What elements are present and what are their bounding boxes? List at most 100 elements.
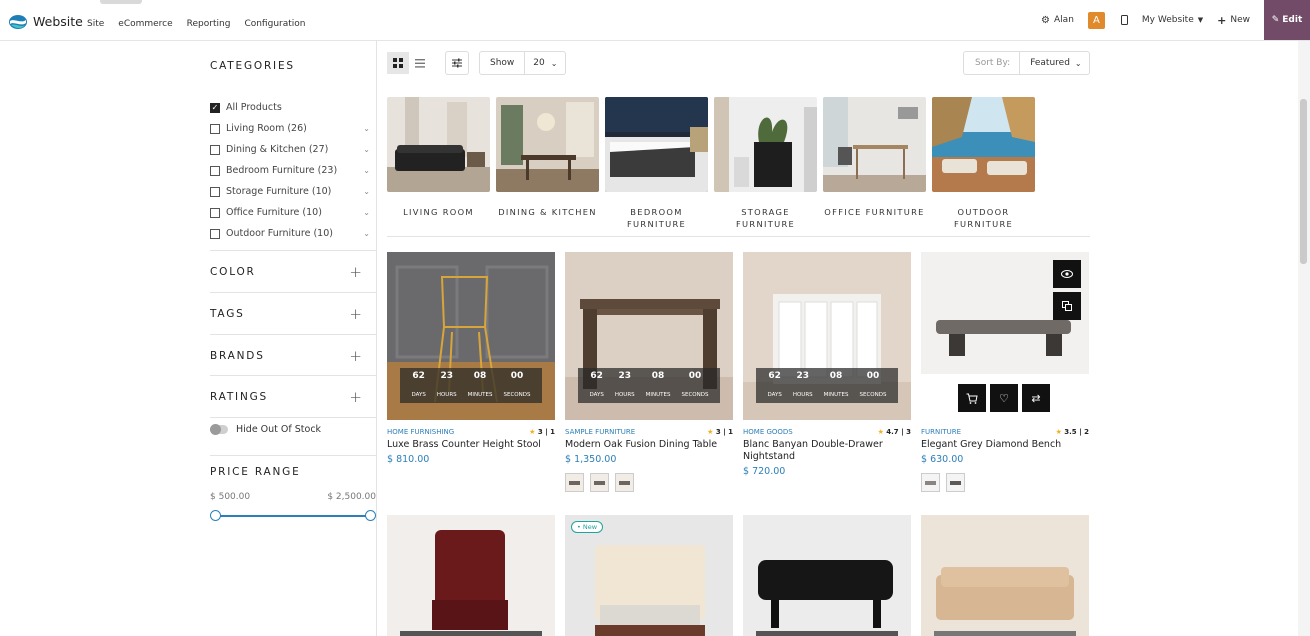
plus-icon[interactable]: + [349,305,362,323]
price-slider[interactable] [210,510,376,522]
chevron-down-icon[interactable]: ⌄ [363,124,370,133]
product-image[interactable] [743,515,911,636]
checkbox[interactable] [210,144,220,155]
product-card[interactable]: 62 DAYS 23 HOURS 08 MINUTES 00 SECONDS HOME … [387,252,555,465]
checkbox[interactable] [210,207,220,218]
menu-ecommerce[interactable]: eCommerce [118,19,172,29]
product-card[interactable]: 62 DAYS 23 HOURS 08 MINUTES 00 SECONDS HOME … [743,252,911,477]
list-view-button[interactable] [409,52,431,74]
category-outdoor[interactable]: Outdoor Furniture (10) ⌄ [210,223,370,244]
category-all-products[interactable]: ✓ All Products [210,97,370,118]
plus-icon[interactable]: + [349,388,362,406]
product-name[interactable]: Elegant Grey Diamond Bench [921,439,1089,451]
category-tile-dining[interactable]: DINING & KITCHEN [496,97,599,218]
facet-tags[interactable]: TAGS + [210,292,376,334]
product-name[interactable]: Luxe Brass Counter Height Stool [387,439,555,451]
mobile-preview-button[interactable] [1120,15,1128,25]
product-card[interactable]: ♡ ⇄ FURNITURE ★ 3.5 | 2 Elegant Grey Dia… [921,252,1089,492]
plus-icon[interactable]: + [349,263,362,281]
product-category[interactable]: FURNITURE [921,428,961,436]
checkbox[interactable] [210,123,220,134]
product-card[interactable] [743,515,911,636]
chevron-down-icon[interactable]: ⌄ [363,208,370,217]
star-icon: ★ [1055,428,1062,436]
compare-button[interactable]: ⇄ [1022,384,1050,412]
product-rating: ★ 4.7 | 3 [877,428,911,436]
category-tile-office[interactable]: OFFICE FURNITURE [823,97,926,218]
product-card[interactable] [921,515,1089,636]
product-image[interactable]: 62 DAYS 23 HOURS 08 MINUTES 00 SECONDS [565,252,733,420]
sort-selector[interactable]: Sort By: Featured ⌄ [963,51,1090,75]
chevron-down-icon[interactable]: ⌄ [363,229,370,238]
menu-reporting[interactable]: Reporting [187,19,231,29]
plus-icon[interactable]: + [349,347,362,365]
new-button[interactable]: + New [1217,14,1250,27]
quick-view-button[interactable] [1053,260,1081,288]
slider-min-handle[interactable] [210,510,221,521]
slider-max-handle[interactable] [365,510,376,521]
checkbox[interactable] [210,228,220,239]
page-size-selector[interactable]: Show 20 ⌄ [479,51,566,75]
variant-swatch[interactable] [921,473,940,492]
category-tile-storage[interactable]: STORAGE FURNITURE [714,97,817,230]
category-dining-kitchen[interactable]: Dining & Kitchen (27) ⌄ [210,139,370,160]
category-bedroom[interactable]: Bedroom Furniture (23) ⌄ [210,160,370,181]
category-storage[interactable]: Storage Furniture (10) ⌄ [210,181,370,202]
chevron-down-icon[interactable]: ⌄ [363,187,370,196]
toggle-switch[interactable] [210,424,228,435]
product-category[interactable]: HOME GOODS [743,428,793,436]
product-card[interactable]: 62 DAYS 23 HOURS 08 MINUTES 00 SECONDS SAMPL… [565,252,733,492]
hide-out-of-stock-toggle[interactable]: Hide Out Of Stock [210,424,321,435]
wishlist-button[interactable]: ♡ [990,384,1018,412]
product-image[interactable]: 62 DAYS 23 HOURS 08 MINUTES 00 SECONDS [387,252,555,420]
page-scrollbar[interactable] [1298,41,1310,636]
category-tile-bedroom[interactable]: BEDROOM FURNITURE [605,97,708,230]
checkbox-checked-icon[interactable]: ✓ [210,102,220,113]
product-image[interactable] [921,515,1089,636]
product-image[interactable]: • New [565,515,733,636]
variant-swatch[interactable] [946,473,965,492]
menu-configuration[interactable]: Configuration [244,19,305,29]
variant-swatches [921,473,1089,492]
variant-swatch[interactable] [615,473,634,492]
grid-view-button[interactable] [387,52,409,74]
edit-button[interactable]: ✎ Edit [1264,0,1310,40]
category-living-room[interactable]: Living Room (26) ⌄ [210,118,370,139]
category-tile-outdoor[interactable]: OUTDOOR FURNITURE [932,97,1035,230]
star-icon: ★ [529,428,536,436]
user-menu[interactable]: ⚙ Alan [1041,15,1074,26]
website-app-brand[interactable]: Website [9,14,83,29]
checkbox[interactable] [210,186,220,197]
product-name[interactable]: Blanc Banyan Double-Drawer Nightstand [743,439,911,463]
chevron-down-icon[interactable]: ⌄ [363,145,370,154]
product-card[interactable]: • New [565,515,733,636]
checkbox[interactable] [210,165,220,176]
product-category[interactable]: SAMPLE FURNITURE [565,428,635,436]
category-tile-living-room[interactable]: LIVING ROOM [387,97,490,218]
category-label: Office Furniture (10) [226,207,322,218]
chevron-down-icon[interactable]: ⌄ [363,166,370,175]
menu-site[interactable]: Site [87,19,104,29]
facet-ratings[interactable]: RATINGS + [210,375,376,417]
variant-swatch[interactable] [565,473,584,492]
price-min: $ 500.00 [210,492,251,502]
scrollbar-thumb[interactable] [1300,99,1307,264]
variant-swatch[interactable] [590,473,609,492]
add-to-cart-button[interactable] [958,384,986,412]
product-image[interactable]: ♡ ⇄ [921,252,1089,420]
countdown-days: 62 [768,371,781,381]
duplicate-button[interactable] [1053,292,1081,320]
product-image[interactable]: 62 DAYS 23 HOURS 08 MINUTES 00 SECONDS [743,252,911,420]
product-name[interactable]: Modern Oak Fusion Dining Table [565,439,733,451]
website-switcher[interactable]: My Website ▼ [1142,15,1203,25]
product-rating: ★ 3 | 1 [707,428,733,436]
product-image[interactable] [387,515,555,636]
product-red-chair-image [387,515,555,636]
filters-button[interactable] [445,51,469,75]
product-card[interactable] [387,515,555,636]
product-category[interactable]: HOME FURNISHING [387,428,454,436]
facet-brands[interactable]: BRANDS + [210,334,376,376]
avatar[interactable]: A [1087,11,1105,29]
facet-color[interactable]: COLOR + [210,250,376,292]
category-office[interactable]: Office Furniture (10) ⌄ [210,202,370,223]
